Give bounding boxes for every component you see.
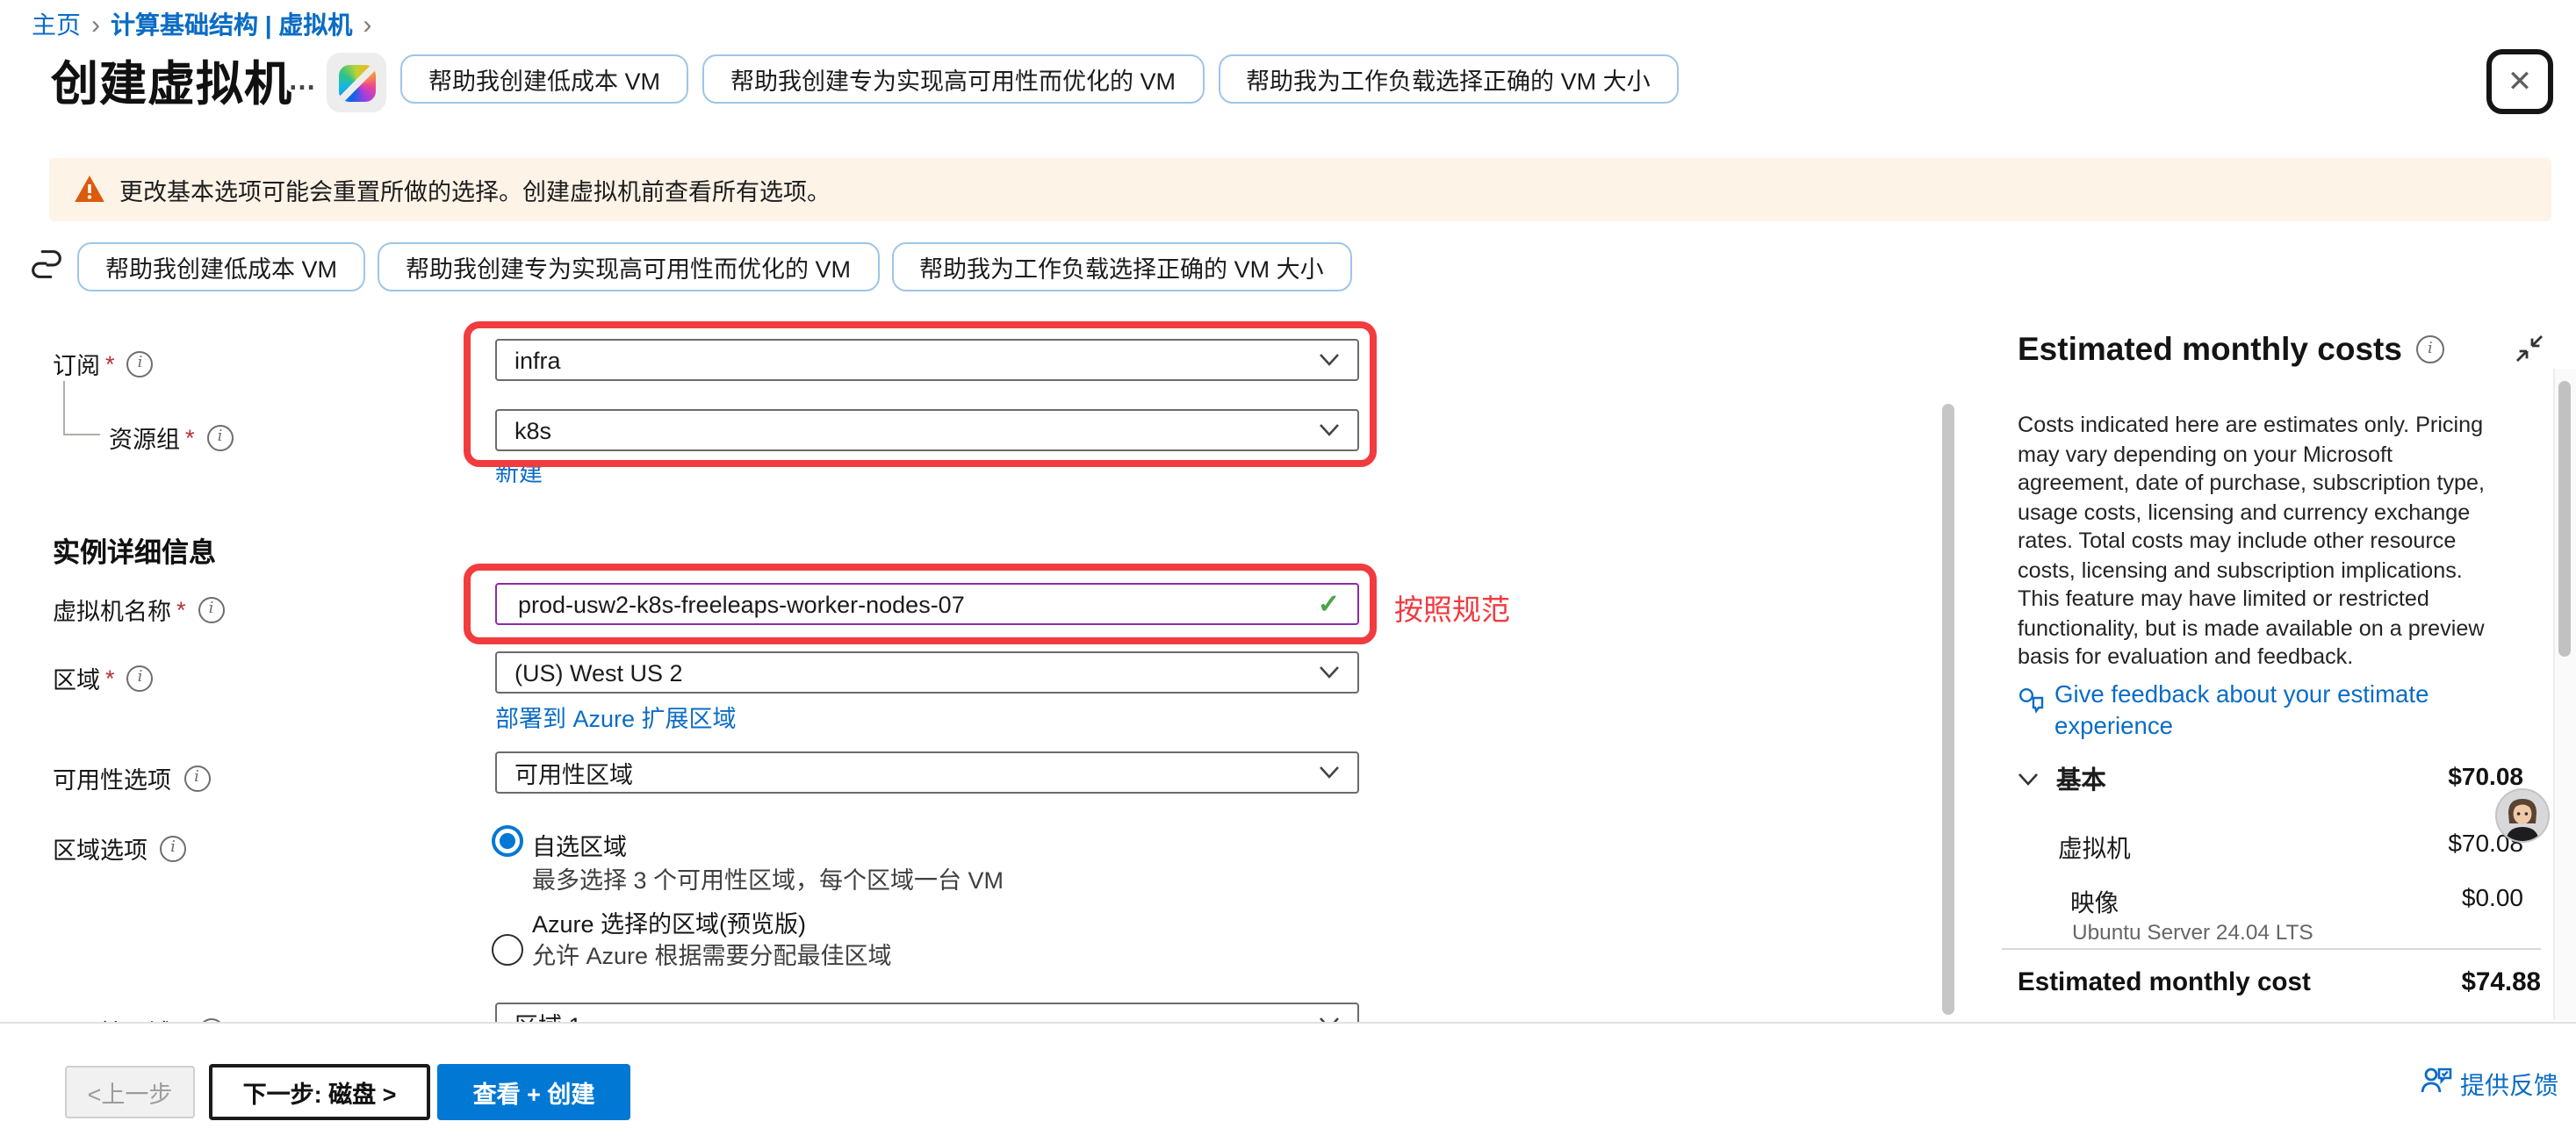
required-marker: * — [176, 596, 186, 622]
subscription-label: 订阅 * i — [53, 346, 154, 381]
copilot-logo-icon — [338, 64, 375, 101]
resource-group-dropdown[interactable]: k8s — [495, 409, 1359, 451]
copilot-button[interactable] — [327, 53, 386, 112]
breadcrumb-home-link[interactable]: 主页 — [32, 7, 81, 42]
deploy-azure-extended-zone-link[interactable]: 部署到 Azure 扩展区域 — [495, 699, 737, 734]
feedback-person-icon — [2420, 1064, 2453, 1096]
section-instance-details: 实例详细信息 — [53, 532, 216, 571]
resource-group-label: 资源组 * i — [109, 420, 234, 455]
warning-icon — [74, 174, 105, 204]
region-label: 区域 * i — [53, 660, 154, 695]
radio-azure-selected-zones[interactable] — [492, 934, 523, 966]
info-icon[interactable]: i — [127, 665, 154, 691]
required-marker: * — [105, 665, 115, 691]
availability-options-label: 可用性选项 i — [53, 760, 210, 795]
radio-azure-selected-zones-label[interactable]: Azure 选择的区域(预览版) — [532, 904, 806, 939]
warning-banner: 更改基本选项可能会重置所做的选择。创建虚拟机前查看所有选项。 — [49, 158, 2551, 221]
suggestion-bar: 帮助我创建低成本 VM 帮助我创建专为实现高可用性而优化的 VM 帮助我为工作负… — [77, 242, 1352, 291]
page-title: 创建虚拟机 — [51, 46, 292, 114]
suggestion-high-availability-vm-button[interactable]: 帮助我创建专为实现高可用性而优化的 VM — [702, 54, 1204, 104]
info-icon[interactable]: i — [183, 765, 210, 791]
chevron-right-icon: › — [81, 10, 111, 40]
required-marker: * — [185, 424, 195, 450]
estimated-monthly-cost-label: Estimated monthly cost — [2018, 969, 2311, 997]
estimated-monthly-cost-amount: $74.88 — [2461, 969, 2541, 997]
avatar[interactable] — [2495, 788, 2550, 843]
cost-item-subtext: Ubuntu Server 24.04 LTS — [2072, 920, 2313, 945]
vm-name-input[interactable] — [514, 589, 1318, 619]
zone-options-label: 区域选项 i — [53, 830, 186, 866]
info-icon[interactable]: i — [160, 835, 186, 861]
subscription-dropdown[interactable]: infra — [495, 339, 1359, 381]
region-dropdown[interactable]: (US) West US 2 — [495, 651, 1359, 694]
breadcrumb-section-link[interactable]: 计算基础结构 | 虚拟机 — [111, 7, 352, 42]
more-options-button[interactable]: … — [288, 67, 318, 98]
create-new-resource-group-link[interactable]: 新建 — [495, 453, 543, 488]
chevron-down-icon — [1319, 665, 1340, 679]
radio-self-selected-zones-label[interactable]: 自选区域 — [532, 827, 627, 862]
tree-connector — [63, 381, 100, 435]
chevron-down-icon — [1319, 766, 1340, 780]
suggestion-high-availability-vm-button[interactable]: 帮助我创建专为实现高可用性而优化的 VM — [378, 242, 879, 291]
breadcrumb: 主页 › 计算基础结构 | 虚拟机 › — [32, 7, 382, 42]
suggestion-right-vm-size-button[interactable]: 帮助我为工作负载选择正确的 VM 大小 — [1218, 54, 1679, 104]
collapse-panel-icon[interactable] — [2515, 334, 2544, 363]
close-icon[interactable]: ✕ — [2508, 67, 2533, 97]
info-icon[interactable]: i — [198, 596, 225, 622]
estimate-feedback-link[interactable]: Give feedback about your estimate experi… — [2054, 679, 2508, 741]
copilot-outline-icon — [26, 244, 67, 284]
header-suggestion-buttons: 帮助我创建低成本 VM 帮助我创建专为实现高可用性而优化的 VM 帮助我为工作负… — [400, 54, 1679, 104]
valid-check-icon: ✓ — [1318, 588, 1340, 620]
chevron-right-icon: › — [352, 10, 382, 40]
panel-scrollbar[interactable] — [2558, 381, 2571, 657]
warning-text: 更改基本选项可能会重置所做的选择。创建虚拟机前查看所有选项。 — [119, 172, 831, 207]
radio-self-selected-zones[interactable] — [492, 825, 523, 857]
vm-name-field: ✓ — [495, 583, 1359, 625]
vm-name-label: 虚拟机名称 * i — [53, 592, 225, 627]
panel-divider — [2002, 948, 2541, 950]
info-icon[interactable]: i — [207, 424, 234, 450]
info-icon[interactable]: i — [2416, 335, 2444, 363]
review-create-button[interactable]: 查看 + 创建 — [437, 1064, 630, 1120]
feedback-bubbles-icon — [2018, 687, 2046, 715]
availability-options-dropdown[interactable]: 可用性区域 — [495, 751, 1359, 794]
cost-item-name: 映像 — [2070, 883, 2119, 918]
chevron-down-icon — [1319, 423, 1340, 437]
cost-group-name[interactable]: 基本 — [2056, 762, 2106, 797]
suggestion-low-cost-vm-button[interactable]: 帮助我创建低成本 VM — [77, 242, 365, 291]
suggestion-right-vm-size-button[interactable]: 帮助我为工作负载选择正确的 VM 大小 — [891, 242, 1352, 291]
chevron-down-icon[interactable] — [2018, 773, 2039, 787]
cost-disclaimer: Costs indicated here are estimates only.… — [2018, 411, 2509, 672]
footer-bar: <上一步 下一步: 磁盘 > 查看 + 创建 提供反馈 — [0, 1022, 2576, 1143]
next-step-disks-button[interactable]: 下一步: 磁盘 > — [209, 1064, 430, 1120]
chevron-down-icon — [1319, 353, 1340, 367]
radio-azure-selected-zones-desc: 允许 Azure 根据需要分配最佳区域 — [532, 936, 892, 971]
info-icon[interactable]: i — [127, 350, 154, 377]
main-scrollbar[interactable] — [1942, 404, 1954, 1015]
give-feedback-link[interactable]: 提供反馈 — [2460, 1068, 2558, 1103]
radio-self-selected-zones-desc: 最多选择 3 个可用性区域，每个区域一台 VM — [532, 860, 1004, 895]
previous-step-button[interactable]: <上一步 — [65, 1066, 195, 1118]
cost-panel-title: Estimated monthly costs i — [2018, 330, 2444, 369]
required-marker: * — [105, 350, 115, 377]
close-annotation-box: ✕ — [2486, 49, 2553, 114]
annotation-note: 按照规范 — [1394, 586, 1510, 629]
suggestion-low-cost-vm-button[interactable]: 帮助我创建低成本 VM — [400, 54, 688, 104]
cost-item-amount: $0.00 — [2462, 883, 2523, 911]
cost-item-name: 虚拟机 — [2058, 829, 2131, 864]
cost-group-amount: $70.08 — [2448, 762, 2523, 790]
create-vm-page: 主页 › 计算基础结构 | 虚拟机 › 创建虚拟机 … 帮助我创建低成本 VM … — [0, 0, 2576, 1143]
